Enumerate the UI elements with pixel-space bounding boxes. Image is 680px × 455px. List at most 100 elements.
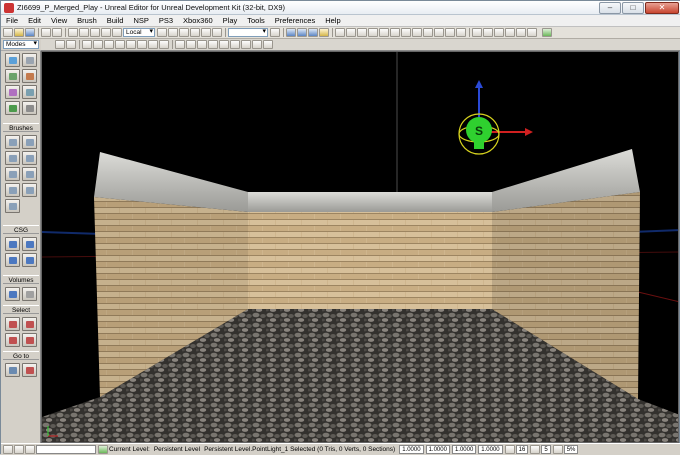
actor-browser-icon[interactable] [368, 28, 378, 37]
menu-preferences[interactable]: Preferences [270, 15, 320, 27]
save-icon[interactable] [25, 28, 35, 37]
lighting-icon[interactable] [423, 28, 433, 37]
spiral-stair-icon[interactable] [22, 167, 37, 181]
drag-grid-slider[interactable] [228, 28, 268, 37]
game-view-icon[interactable] [357, 28, 367, 37]
mesh-paint-icon[interactable] [5, 85, 20, 99]
show-selected-icon[interactable] [5, 317, 20, 331]
cone-brush-icon[interactable] [22, 135, 37, 149]
show-all-icon[interactable] [22, 333, 37, 347]
lighting-only-icon[interactable] [126, 40, 136, 49]
maximize-button[interactable]: □ [622, 1, 644, 14]
select-icon[interactable] [68, 28, 78, 37]
terrain-mode-icon[interactable] [5, 69, 20, 83]
menu-help[interactable]: Help [320, 15, 345, 27]
csg-deintersect-icon[interactable] [22, 253, 37, 267]
grid-snap-icon[interactable] [504, 445, 515, 454]
menu-ps3[interactable]: PS3 [154, 15, 178, 27]
settings-icon[interactable] [516, 28, 526, 37]
pause-icon[interactable] [505, 28, 515, 37]
build-geometry-icon[interactable] [286, 28, 296, 37]
level-icon[interactable] [98, 445, 108, 454]
xbox-icon[interactable] [445, 28, 455, 37]
volumetric-brush-icon[interactable] [5, 199, 20, 213]
light-complexity-icon[interactable] [137, 40, 147, 49]
rotation-snap-icon[interactable] [530, 445, 541, 454]
current-level-value[interactable]: Persistent Level [154, 445, 200, 455]
drag-grid-icon[interactable] [3, 445, 13, 454]
title-bar[interactable]: ZI6699_P_Merged_Play - Unreal Editor for… [1, 1, 680, 15]
menu-nsp[interactable]: NSP [128, 15, 153, 27]
static-mesh-icon[interactable] [22, 101, 37, 115]
lit-icon[interactable] [104, 40, 114, 49]
goto-builder-brush-icon[interactable] [22, 363, 37, 377]
search-icon[interactable] [168, 28, 178, 37]
menu-tools[interactable]: Tools [242, 15, 270, 27]
sphere-brush-icon[interactable] [22, 183, 37, 197]
scale-icon[interactable] [101, 28, 111, 37]
build-all-icon[interactable] [319, 28, 329, 37]
open-icon[interactable] [14, 28, 24, 37]
cinematic-icon[interactable] [208, 40, 218, 49]
texture-density-icon[interactable] [148, 40, 158, 49]
minimize-button[interactable]: – [599, 1, 621, 14]
split-view-icon[interactable] [252, 40, 262, 49]
build-paths-icon[interactable] [308, 28, 318, 37]
show-flags-icon[interactable] [186, 40, 196, 49]
menu-file[interactable]: File [1, 15, 23, 27]
drawscale-z-field[interactable]: 1.0000 [451, 445, 477, 454]
goto-actor-icon[interactable] [5, 363, 20, 377]
foliage-icon[interactable] [5, 101, 20, 115]
close-button[interactable]: ✕ [645, 1, 679, 14]
translate-icon[interactable] [79, 28, 89, 37]
matinee-icon[interactable] [212, 28, 222, 37]
lock-icon[interactable] [179, 28, 189, 37]
redo-icon[interactable] [52, 28, 62, 37]
log-icon[interactable] [14, 445, 24, 454]
coordinate-system-select[interactable]: Local [123, 28, 155, 37]
camera-mode-icon[interactable] [5, 53, 20, 67]
toggle-grid-icon[interactable] [270, 28, 280, 37]
play-from-here-icon[interactable] [230, 40, 240, 49]
help-icon[interactable] [527, 28, 537, 37]
lock-viewport-icon[interactable] [219, 40, 229, 49]
volume-list-icon[interactable] [22, 287, 37, 301]
cylinder-brush-icon[interactable] [5, 151, 20, 165]
undo-icon[interactable] [41, 28, 51, 37]
wireframe-icon[interactable] [82, 40, 92, 49]
landscape-icon[interactable] [22, 85, 37, 99]
build-lighting-icon[interactable] [297, 28, 307, 37]
content-browser-icon[interactable] [190, 28, 200, 37]
maximize-viewport-icon[interactable] [263, 40, 273, 49]
realtime-toggle-icon[interactable] [175, 40, 185, 49]
menu-play[interactable]: Play [218, 15, 243, 27]
drawscale-y-field[interactable]: 1.0000 [425, 445, 450, 454]
new-icon[interactable] [3, 28, 13, 37]
ps3-icon[interactable] [434, 28, 444, 37]
scale-snap-field[interactable]: 5% [563, 445, 579, 454]
kismet-icon[interactable] [201, 28, 211, 37]
scale-snap-icon[interactable] [552, 445, 563, 454]
menu-brush[interactable]: Brush [72, 15, 102, 27]
add-volume-icon[interactable] [5, 287, 20, 301]
command-icon[interactable] [25, 445, 35, 454]
geometry-mode-icon[interactable] [22, 53, 37, 67]
curved-stair-icon[interactable] [22, 151, 37, 165]
menu-edit[interactable]: Edit [23, 15, 46, 27]
perspective-viewport[interactable]: S [41, 51, 679, 443]
game-mode-icon[interactable] [197, 40, 207, 49]
console-icon[interactable] [483, 28, 493, 37]
camera-speed-icon[interactable] [335, 28, 345, 37]
texture-mode-icon[interactable] [22, 69, 37, 83]
menu-build[interactable]: Build [102, 15, 129, 27]
realtime-icon[interactable] [346, 28, 356, 37]
command-input[interactable] [36, 445, 96, 454]
linear-stair-icon[interactable] [5, 167, 20, 181]
cube-brush-icon[interactable] [5, 135, 20, 149]
sheet-brush-icon[interactable] [5, 183, 20, 197]
menu-view[interactable]: View [46, 15, 72, 27]
grid-size-field[interactable]: 16 [515, 445, 529, 454]
drawscale-field[interactable]: 1.0000 [478, 445, 503, 454]
csg-add-icon[interactable] [5, 237, 20, 251]
prefab-icon[interactable] [401, 28, 411, 37]
